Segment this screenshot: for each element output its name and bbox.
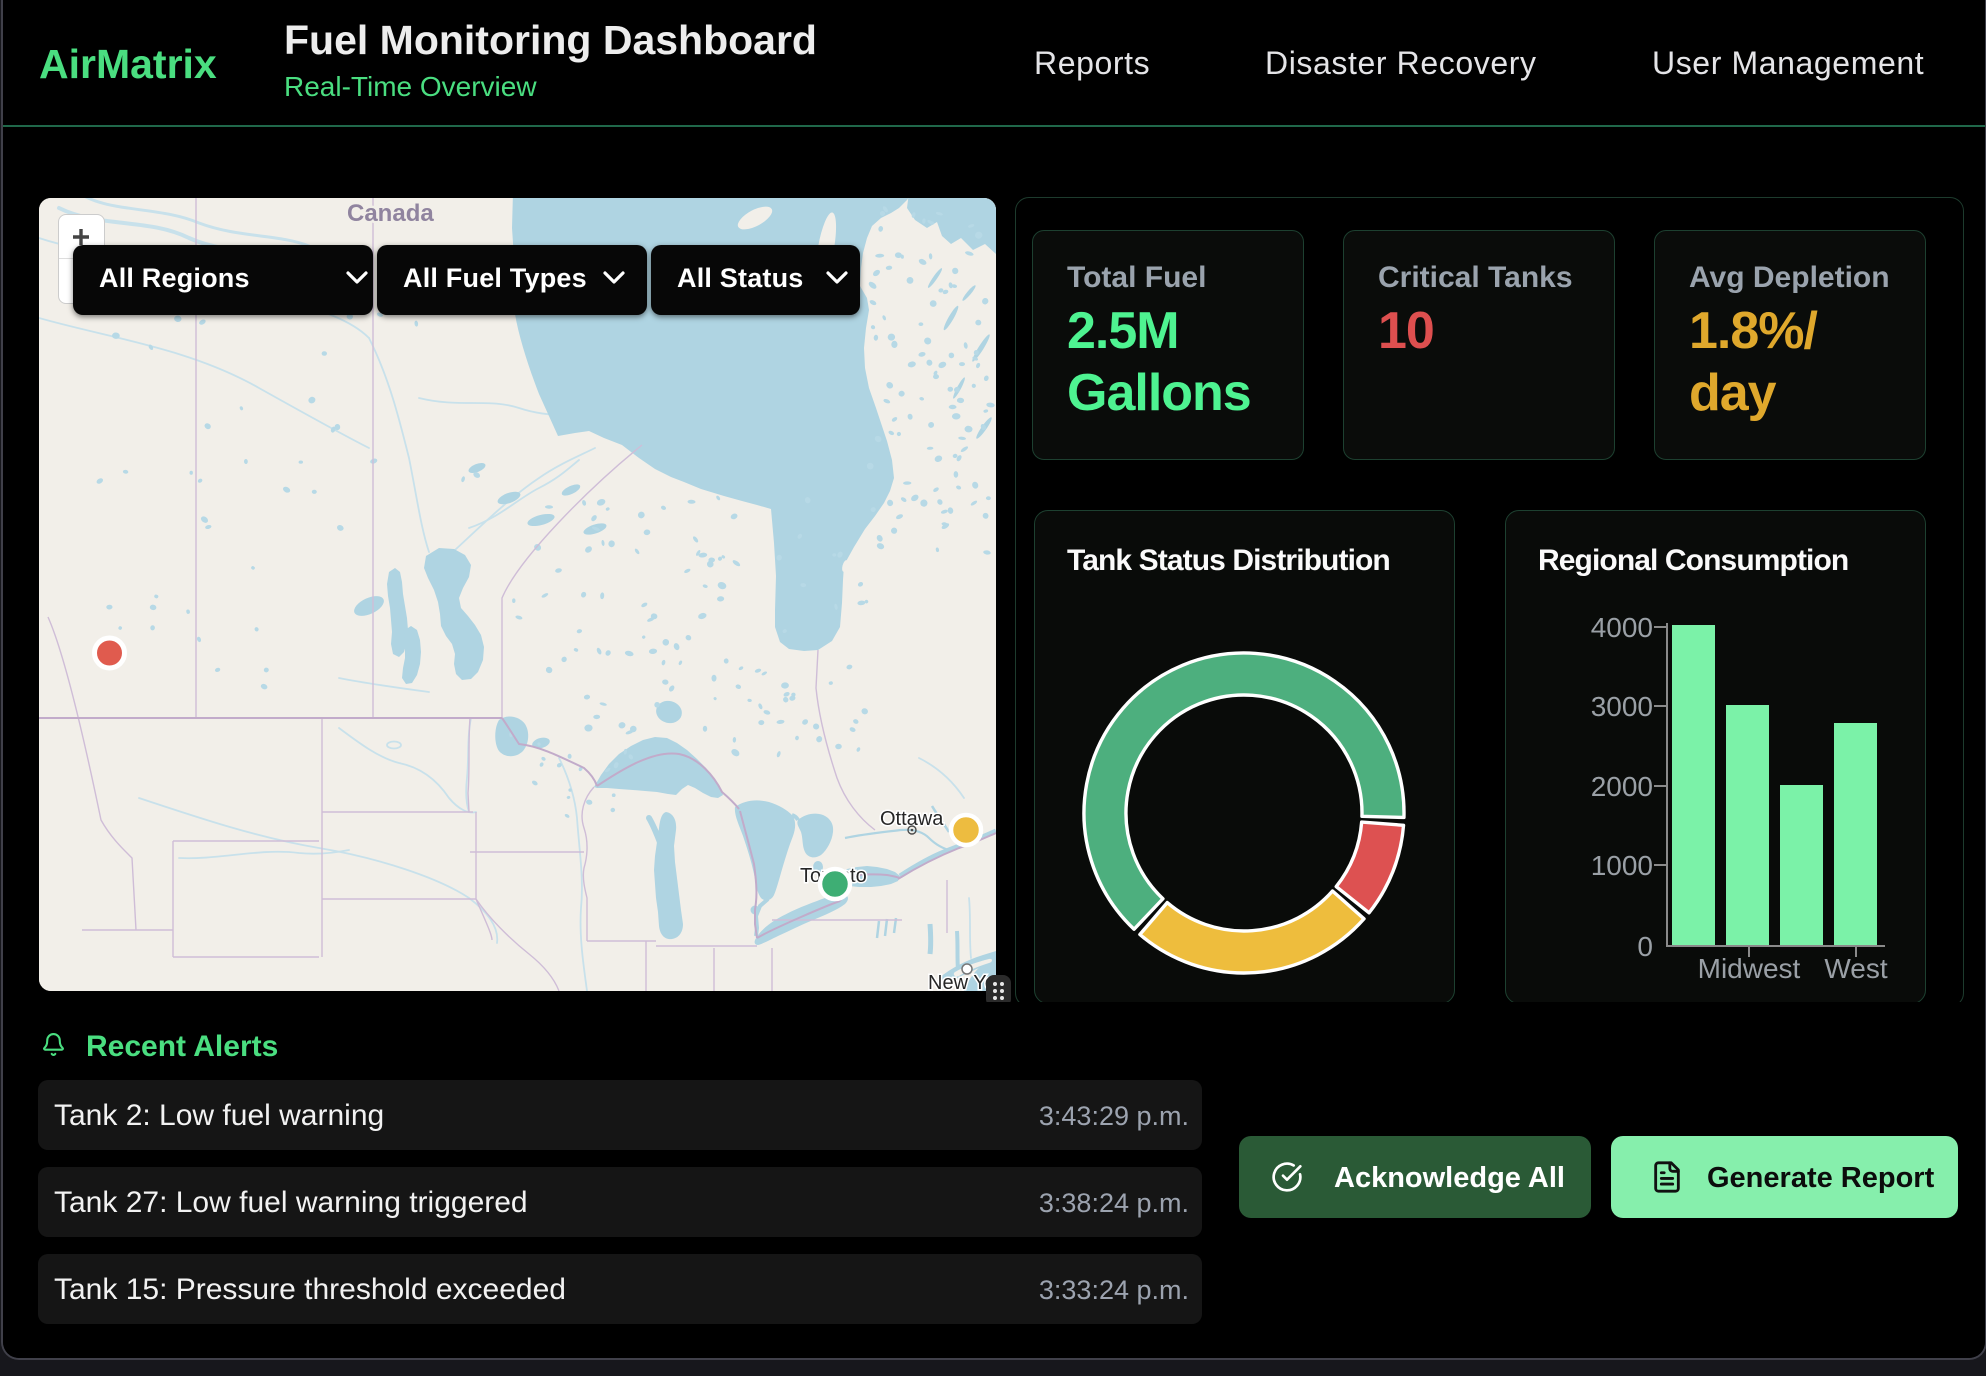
svg-text:Canada: Canada — [347, 200, 434, 227]
